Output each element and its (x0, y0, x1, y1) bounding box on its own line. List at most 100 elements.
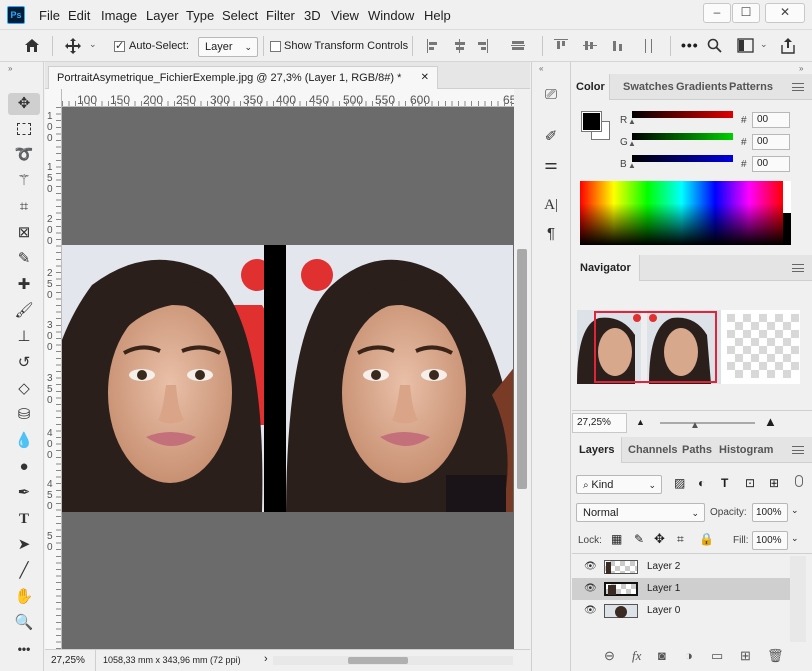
tab-paths[interactable]: Paths (678, 437, 716, 463)
foreground-color-swatch[interactable] (581, 111, 602, 132)
filter-toggle-icon[interactable] (795, 475, 803, 487)
tab-layers[interactable]: Layers (572, 437, 623, 463)
history-brush-tool-button[interactable]: ↺ (8, 352, 40, 374)
menu-filter[interactable]: Filter (266, 8, 295, 23)
eraser-tool-button[interactable]: ◇ (8, 378, 40, 400)
color-spectrum[interactable] (580, 181, 791, 245)
blend-mode-dropdown[interactable]: Normal ⌄ (576, 503, 705, 522)
horizontal-scrollbar[interactable] (273, 656, 513, 665)
paint-bucket-tool-button[interactable]: ⛁ (8, 404, 40, 426)
layer-filter-dropdown[interactable]: ⌕ Kind ⌄ (576, 475, 662, 494)
slider-handle[interactable]: ▲ (690, 420, 700, 431)
fx-icon[interactable]: fx (632, 648, 641, 664)
lock-position-icon[interactable]: ✥ (654, 531, 665, 547)
paragraph-panel-icon[interactable]: ¶ (540, 225, 562, 245)
brush-tool-button[interactable]: 🖌 (8, 300, 40, 322)
tab-swatches[interactable]: Swatches (619, 74, 678, 100)
layer-row[interactable]: 👁 Layer 1 (572, 578, 790, 600)
folder-icon[interactable]: ▭ (711, 648, 723, 664)
collapse-strip-icon[interactable]: « (539, 64, 543, 73)
type-tool-button[interactable]: T (8, 508, 40, 530)
filter-pixel-icon[interactable]: ▨ (674, 476, 685, 490)
menu-image[interactable]: Image (101, 8, 137, 23)
stamp-tool-button[interactable]: ⊥ (8, 326, 40, 348)
lock-pixels-icon[interactable]: ✎ (634, 532, 644, 546)
chevron-right-icon[interactable]: › (264, 653, 268, 665)
chevron-down-icon[interactable]: ⌄ (760, 39, 768, 50)
auto-select-checkbox[interactable] (114, 39, 125, 52)
menu-layer[interactable]: Layer (146, 8, 179, 23)
character-panel-icon[interactable]: A| (540, 197, 562, 217)
close-window-button[interactable]: ✕ (765, 3, 805, 23)
menu-view[interactable]: View (331, 8, 359, 23)
visibility-eye-icon[interactable]: 👁 (584, 561, 597, 572)
blue-value-input[interactable]: 00 (752, 156, 790, 172)
document-tab[interactable]: PortraitAsymetrique_FichierExemple.jpg @… (48, 66, 438, 89)
link-icon[interactable]: ⊖ (604, 648, 615, 664)
path-selection-tool-button[interactable]: ➤ (8, 534, 40, 556)
home-icon[interactable] (23, 37, 41, 53)
vertical-scrollbar[interactable] (514, 89, 530, 649)
workspace-icon[interactable] (737, 38, 754, 53)
show-transform-checkbox[interactable] (270, 41, 281, 52)
close-tab-icon[interactable]: ✕ (421, 72, 429, 83)
menu-file[interactable]: File (39, 8, 60, 23)
pen-tool-button[interactable]: ✒ (8, 482, 40, 504)
menu-select[interactable]: Select (222, 8, 258, 23)
fill-input[interactable]: 100% (752, 531, 788, 550)
layers-scrollbar[interactable] (790, 556, 806, 642)
layer-row[interactable]: 👁 Layer 0 (572, 600, 790, 622)
slider-handle[interactable]: ▲ (628, 117, 636, 126)
tab-patterns[interactable]: Patterns (725, 74, 777, 100)
crop-tool-button[interactable]: ⌗ (8, 196, 40, 218)
more-options-icon[interactable]: ••• (681, 37, 699, 53)
visibility-eye-icon[interactable]: 👁 (584, 583, 597, 594)
scroll-thumb[interactable] (348, 657, 408, 664)
menu-type[interactable]: Type (186, 8, 214, 23)
chevron-down-icon[interactable]: ⌄ (89, 39, 97, 50)
eyedropper-tool-button[interactable]: ✎ (8, 248, 40, 270)
new-layer-icon[interactable]: ⊞ (740, 648, 751, 664)
tab-gradients[interactable]: Gradients (672, 74, 731, 100)
history-panel-icon[interactable]: ⎚ (540, 86, 562, 106)
zoom-tool-button[interactable]: 🔍 (8, 612, 40, 634)
share-icon[interactable] (780, 37, 796, 54)
marquee-tool-button[interactable] (8, 118, 40, 140)
navigator-zoom-slider[interactable] (660, 422, 755, 424)
navigator-zoom-input[interactable]: 27,25% (572, 413, 627, 433)
frame-tool-button[interactable]: ⊠ (8, 222, 40, 244)
tab-color[interactable]: Color (572, 74, 610, 100)
green-value-input[interactable]: 00 (752, 134, 790, 150)
filter-type-icon[interactable]: T (721, 476, 728, 490)
hand-tool-button[interactable]: ✋ (8, 586, 40, 608)
menu-3d[interactable]: 3D (304, 8, 321, 23)
tab-channels[interactable]: Channels (624, 437, 682, 463)
edit-toolbar-button[interactable]: ••• (8, 638, 40, 660)
menu-help[interactable]: Help (424, 8, 451, 23)
adjustment-icon[interactable]: ◑ (685, 648, 693, 663)
panel-menu-icon[interactable] (792, 83, 804, 91)
scroll-thumb[interactable] (517, 249, 527, 489)
lasso-tool-button[interactable]: ➰ (8, 144, 40, 166)
slider-handle[interactable]: ▲ (628, 161, 636, 170)
lock-artboard-icon[interactable]: ⌗ (677, 532, 684, 547)
red-slider[interactable] (632, 111, 733, 118)
menu-edit[interactable]: Edit (68, 8, 90, 23)
collapse-panels-icon[interactable]: » (799, 64, 803, 73)
lock-transparent-icon[interactable]: ▦ (611, 532, 622, 546)
maximize-button[interactable]: ☐ (732, 3, 760, 23)
ruler-top[interactable]: 100 150 200 250 300 350 400 450 500 550 … (62, 89, 514, 107)
mask-icon[interactable]: ◙ (658, 648, 666, 663)
ruler-left[interactable]: 10015020025030035040045050 (45, 89, 62, 649)
adjustments-icon[interactable]: ⚌ (540, 155, 562, 175)
tab-navigator[interactable]: Navigator (572, 255, 640, 281)
red-value-input[interactable]: 00 (752, 112, 790, 128)
move-tool-icon[interactable] (64, 37, 82, 55)
brush-settings-icon[interactable]: ✐ (540, 127, 562, 147)
collapse-toolbar-icon[interactable]: » (8, 64, 12, 73)
document-image[interactable] (62, 245, 513, 512)
dodge-tool-button[interactable]: ● (8, 456, 40, 478)
search-icon[interactable] (707, 38, 722, 53)
lock-all-icon[interactable]: 🔒 (699, 532, 714, 546)
panel-menu-icon[interactable] (792, 264, 804, 272)
